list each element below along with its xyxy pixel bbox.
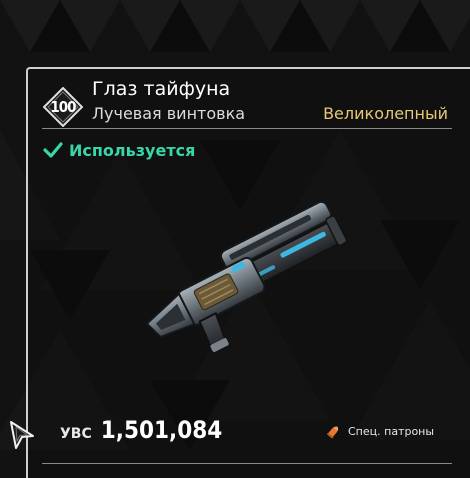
level-badge: 100: [43, 87, 83, 127]
bullet-icon: [326, 426, 339, 439]
price-value: 1,501,084: [100, 416, 223, 444]
item-type: Лучевая винтовка: [92, 104, 246, 123]
item-rarity: Великолепный: [323, 104, 448, 123]
footer-divider: [42, 463, 452, 464]
header-divider: [42, 128, 452, 129]
beam-rifle-icon: [145, 200, 348, 355]
ammo-label: Спец. патроны: [348, 424, 435, 438]
mouse-cursor-icon: [10, 421, 34, 449]
equipped-label: Используется: [69, 140, 196, 160]
item-name: Глаз тайфуна: [92, 78, 231, 100]
price-display: УВС 1,501,084: [60, 416, 222, 448]
currency-label: УВС: [60, 426, 92, 442]
item-level: 100: [50, 98, 76, 116]
ammo-type: Спец. патроны: [326, 421, 434, 441]
equipped-status: Используется: [43, 139, 195, 161]
checkmark-icon: [43, 142, 63, 158]
